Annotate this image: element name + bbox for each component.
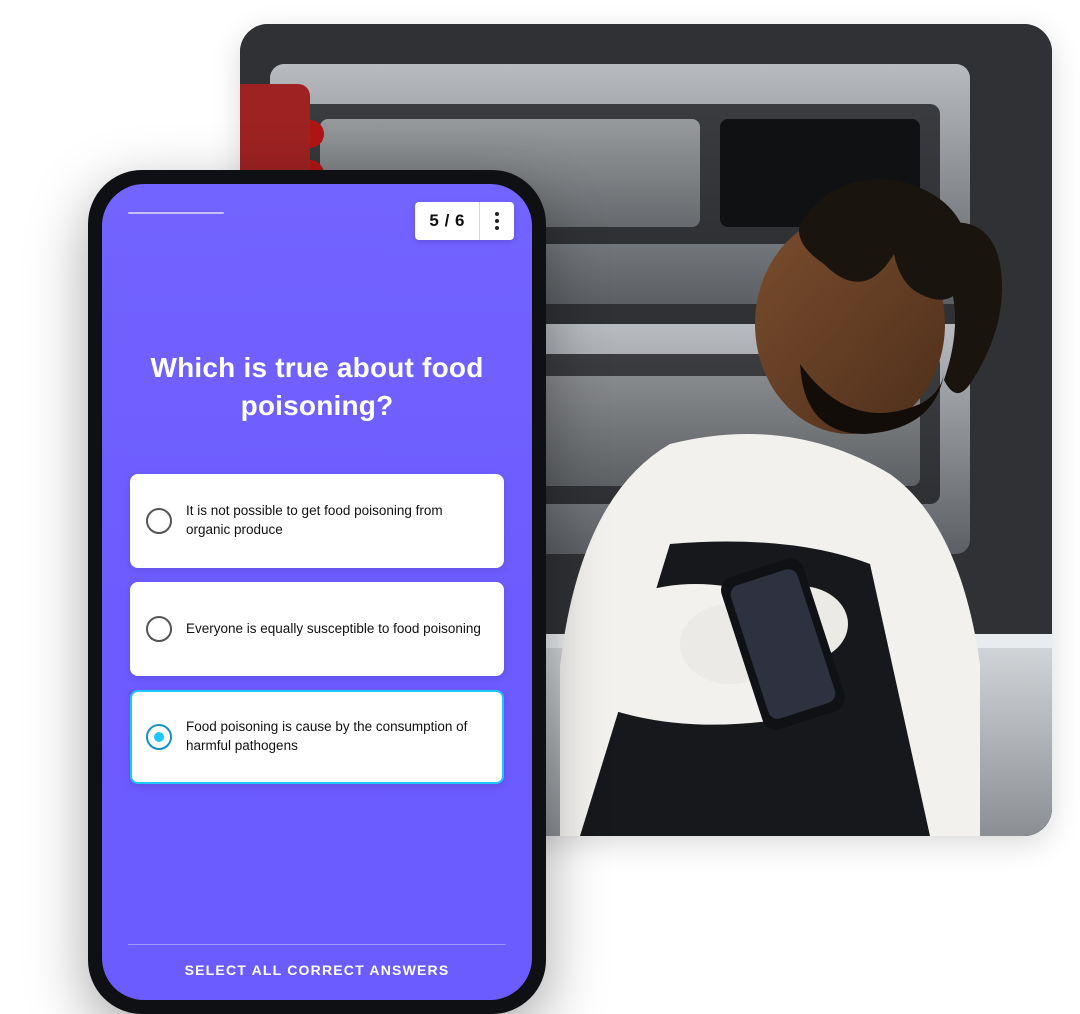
- quiz-topbar: 5 / 6: [102, 202, 532, 240]
- phone-frame: 5 / 6 Which is true about food poisoning…: [88, 170, 546, 1014]
- answer-options: It is not possible to get food poisoning…: [130, 474, 504, 784]
- answer-option-1[interactable]: It is not possible to get food poisoning…: [130, 474, 504, 568]
- more-menu-button[interactable]: [480, 202, 514, 240]
- answer-option-2[interactable]: Everyone is equally susceptible to food …: [130, 582, 504, 676]
- instruction-bar: SELECT ALL CORRECT ANSWERS: [102, 962, 532, 978]
- answer-option-label: It is not possible to get food poisoning…: [186, 502, 486, 540]
- radio-icon: [146, 724, 172, 750]
- topbar-accent-line: [128, 212, 224, 214]
- radio-icon: [146, 508, 172, 534]
- phone-screen: 5 / 6 Which is true about food poisoning…: [102, 184, 532, 1000]
- answer-option-label: Food poisoning is cause by the consumpti…: [186, 718, 486, 756]
- answer-option-3[interactable]: Food poisoning is cause by the consumpti…: [130, 690, 504, 784]
- progress-pill: 5 / 6: [415, 202, 514, 240]
- radio-icon: [146, 616, 172, 642]
- progress-counter: 5 / 6: [415, 202, 479, 240]
- question-heading: Which is true about food poisoning?: [102, 349, 532, 425]
- kebab-icon: [495, 211, 499, 232]
- answer-option-label: Everyone is equally susceptible to food …: [186, 620, 481, 639]
- question-text: Which is true about food poisoning?: [146, 349, 488, 425]
